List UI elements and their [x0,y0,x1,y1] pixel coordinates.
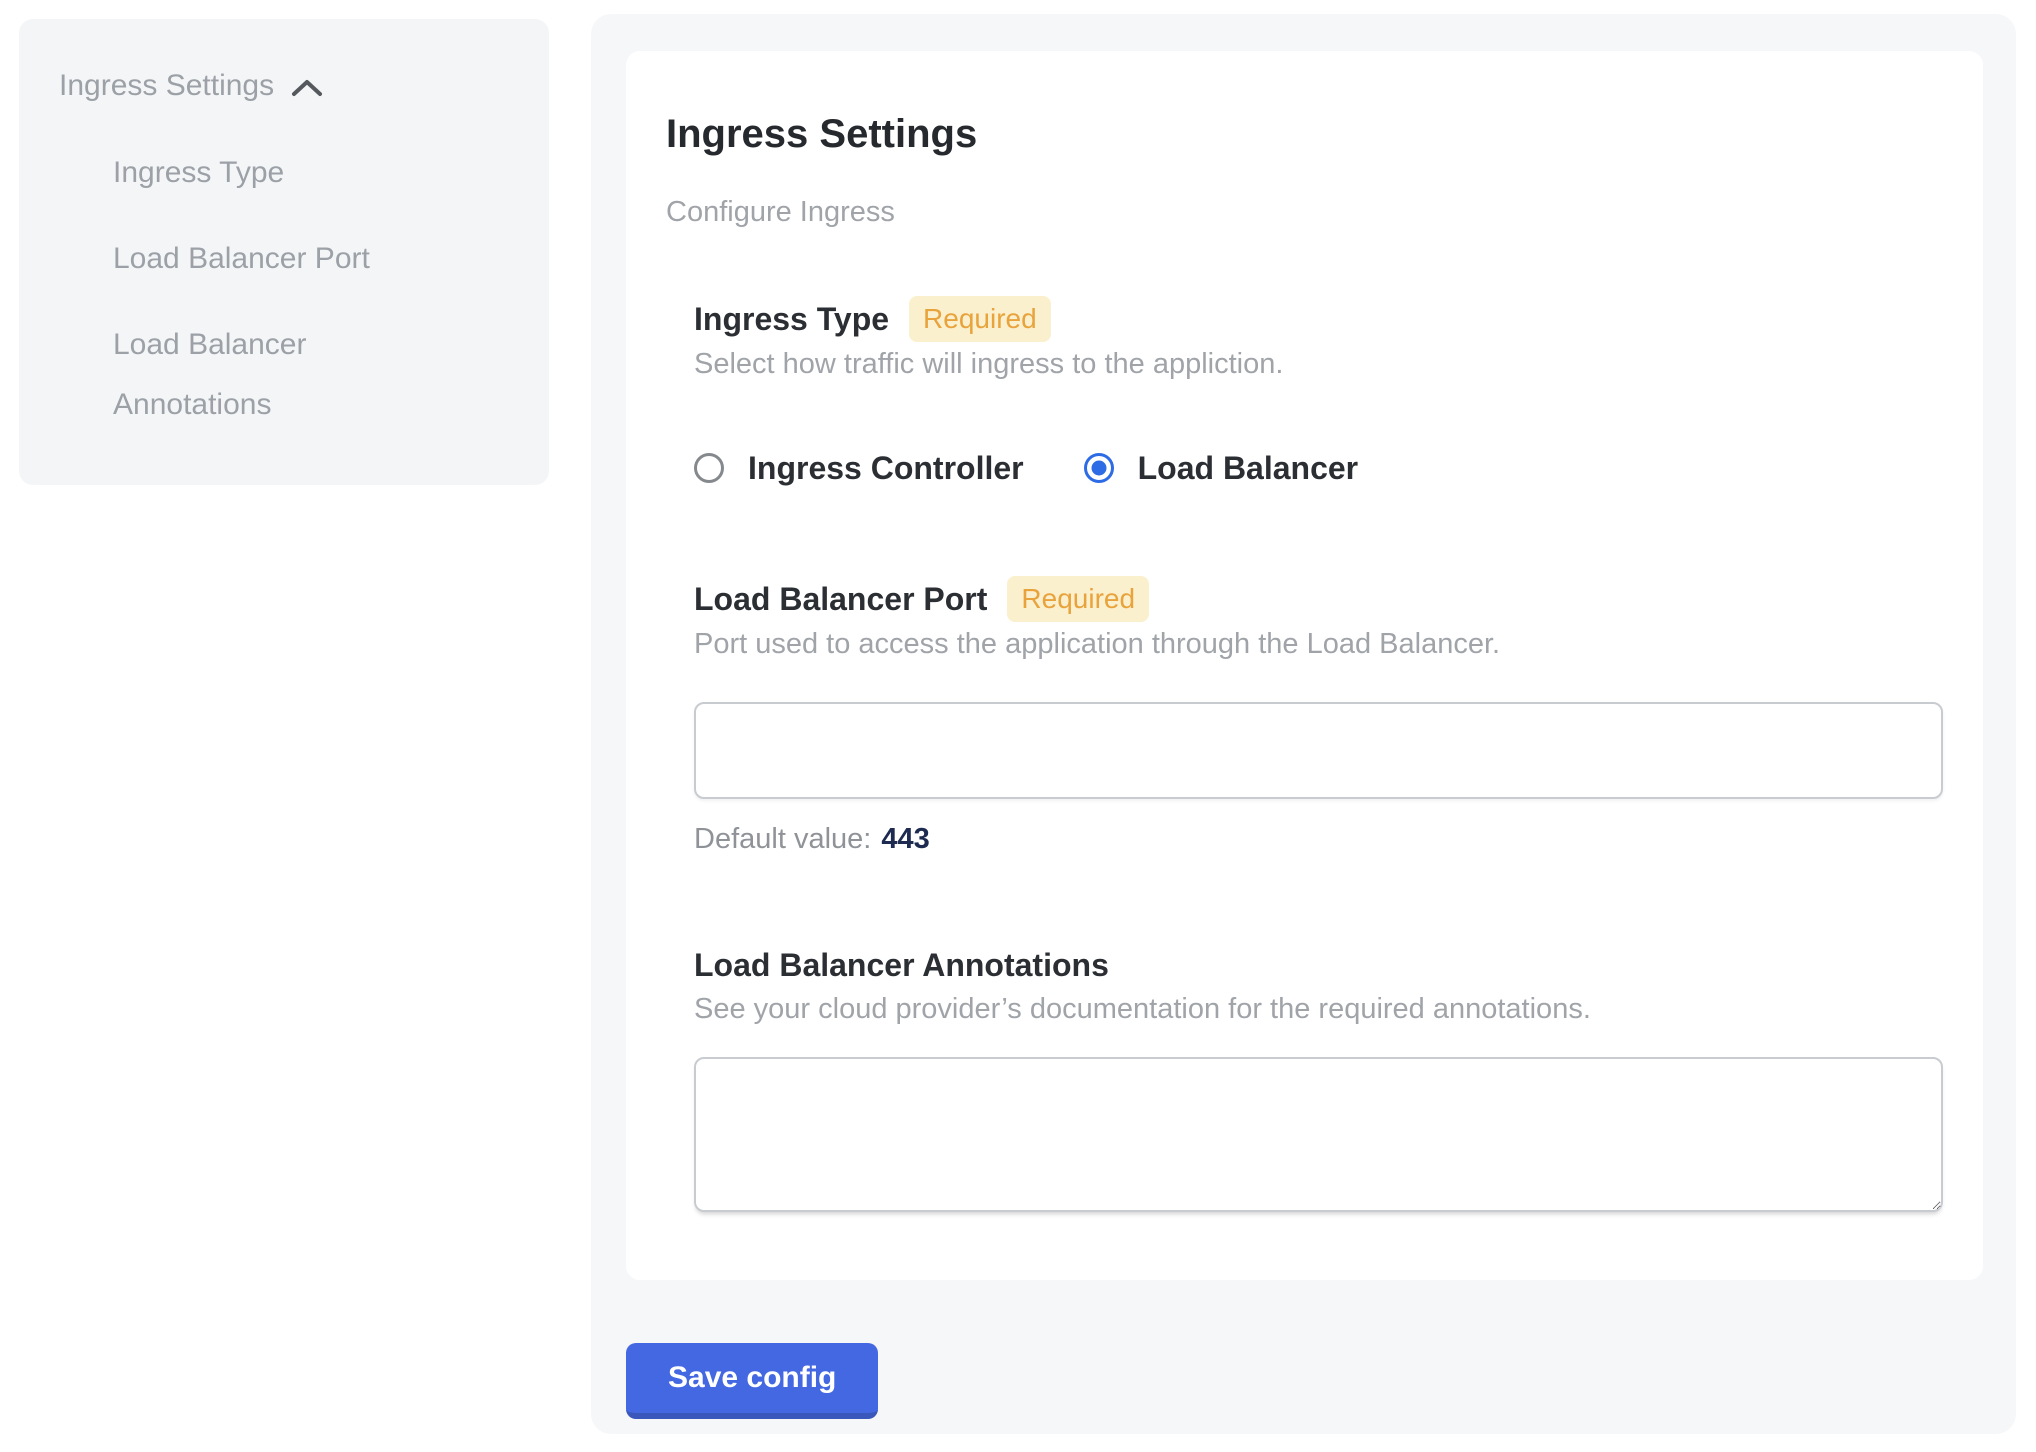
page-subtitle: Configure Ingress [666,192,1943,232]
ingress-type-label: Ingress Type [694,297,889,341]
load-balancer-annotations-section: Load Balancer Annotations See your cloud… [694,943,1943,1212]
default-value-label: Default value: [694,823,871,855]
settings-sidebar: Ingress Settings Ingress Type Load Balan… [19,19,549,485]
ingress-type-description: Select how traffic will ingress to the a… [694,344,1943,384]
fields-container: Ingress Type Required Select how traffic… [694,296,1943,1212]
page-title: Ingress Settings [666,110,1943,158]
save-config-button[interactable]: Save config [626,1343,878,1419]
required-badge: Required [1007,576,1149,622]
sidebar-group-label: Ingress Settings [59,65,274,107]
radio-option-load-balancer[interactable]: Load Balancer [1084,446,1359,490]
radio-label-load-balancer: Load Balancer [1138,446,1359,490]
load-balancer-annotations-textarea[interactable] [694,1057,1943,1212]
sidebar-group-toggle[interactable]: Ingress Settings [59,65,509,107]
radio-load-balancer[interactable] [1084,453,1114,483]
required-badge: Required [909,296,1051,342]
ingress-type-section: Ingress Type Required Select how traffic… [694,296,1943,490]
load-balancer-annotations-label: Load Balancer Annotations [694,943,1109,987]
load-balancer-port-section: Load Balancer Port Required Port used to… [694,576,1943,859]
default-value-row: Default value: 443 [694,819,1943,859]
load-balancer-annotations-description: See your cloud provider’s documentation … [694,989,1943,1029]
load-balancer-port-input[interactable] [694,702,1943,799]
radio-label-ingress-controller: Ingress Controller [748,446,1024,490]
radio-option-ingress-controller[interactable]: Ingress Controller [694,446,1024,490]
default-value: 443 [881,823,929,855]
load-balancer-port-description: Port used to access the application thro… [694,624,1943,664]
sidebar-item-ingress-type[interactable]: Ingress Type [113,143,443,203]
ingress-settings-card: Ingress Settings Configure Ingress Ingre… [626,51,1983,1280]
ingress-type-radio-group: Ingress Controller Load Balancer [694,446,1943,490]
sidebar-item-load-balancer-annotations[interactable]: Load Balancer Annotations [113,315,443,435]
chevron-up-icon [290,78,324,98]
main-panel: Ingress Settings Configure Ingress Ingre… [591,14,2016,1434]
sidebar-item-load-balancer-port[interactable]: Load Balancer Port [113,229,443,289]
sidebar-nav: Ingress Type Load Balancer Port Load Bal… [113,143,509,435]
radio-ingress-controller[interactable] [694,453,724,483]
load-balancer-port-label: Load Balancer Port [694,577,987,621]
